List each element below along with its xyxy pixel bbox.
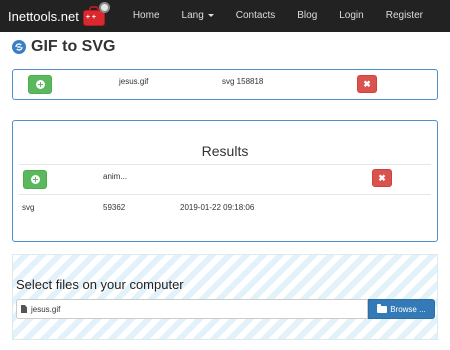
page-title: GIF to SVG xyxy=(31,38,116,55)
top-navbar: Inettools.net + + Home Lang Contacts Blo… xyxy=(0,0,450,32)
browse-label: Browse ... xyxy=(390,304,426,314)
remove-button[interactable]: ✖ xyxy=(372,169,392,187)
browse-button[interactable]: Browse ... xyxy=(368,299,435,319)
folder-open-icon xyxy=(377,303,388,313)
file-input[interactable]: jesus.gif xyxy=(16,299,368,319)
file-name: jesus.gif xyxy=(119,77,149,86)
close-icon: ✖ xyxy=(378,172,386,183)
nav-lang[interactable]: Lang xyxy=(171,0,225,32)
close-icon: ✖ xyxy=(363,78,371,89)
toolbox-logo-icon[interactable]: + + xyxy=(82,2,110,30)
divider xyxy=(19,164,431,165)
results-title: Results xyxy=(201,143,249,159)
selected-file-name: jesus.gif xyxy=(31,304,61,314)
output-info: svg 158818 xyxy=(222,77,264,86)
caret-down-icon xyxy=(207,13,214,17)
brand[interactable]: Inettools.net + + xyxy=(0,0,110,32)
upload-area[interactable]: Select files on your computer jesus.gif … xyxy=(12,254,438,340)
refresh-circle-icon xyxy=(12,40,26,54)
file-icon xyxy=(21,305,27,313)
nav-login[interactable]: Login xyxy=(328,0,374,32)
result-format: svg xyxy=(22,203,35,212)
nav-contacts[interactable]: Contacts xyxy=(225,0,286,32)
result-date: 2019-01-22 09:18:06 xyxy=(180,203,255,212)
nav-register[interactable]: Register xyxy=(375,0,434,32)
upload-label: Select files on your computer xyxy=(16,277,184,292)
result-size: 59362 xyxy=(103,203,126,212)
plus-circle-icon xyxy=(30,175,40,184)
nav-lang-label: Lang xyxy=(181,10,204,21)
add-button[interactable] xyxy=(28,75,52,94)
title-row: GIF to SVG xyxy=(12,38,115,56)
brand-name[interactable]: Inettools.net xyxy=(8,9,79,24)
plus-circle-icon xyxy=(35,80,45,89)
results-panel: Results anim... ✖ svg 59362 2019-01-22 0… xyxy=(12,120,438,242)
divider xyxy=(19,194,431,195)
nav-blog[interactable]: Blog xyxy=(286,0,328,32)
nav-home[interactable]: Home xyxy=(122,0,171,32)
add-button[interactable] xyxy=(23,170,47,189)
anim-label: anim... xyxy=(103,172,128,181)
file-panel: jesus.gif svg 158818 ✖ xyxy=(12,69,438,100)
remove-button[interactable]: ✖ xyxy=(357,75,377,93)
nav-menu: Home Lang Contacts Blog Login Register xyxy=(122,0,434,32)
